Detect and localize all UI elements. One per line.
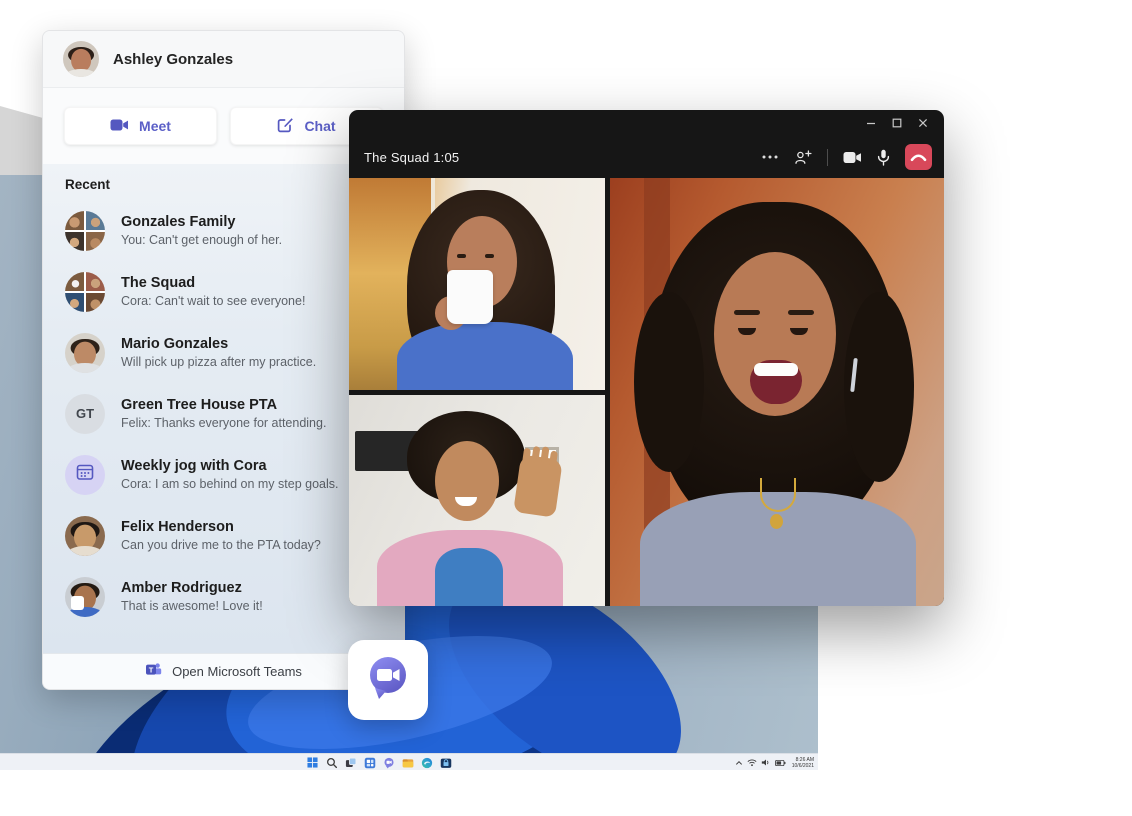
more-options-icon[interactable] <box>761 154 779 160</box>
tray-date: 10/6/2021 <box>792 763 814 769</box>
start-button[interactable] <box>306 756 319 769</box>
maximize-button[interactable] <box>884 113 910 133</box>
conversation-preview: Can you drive me to the PTA today? <box>121 538 321 553</box>
participant-video-bottom-left <box>349 395 605 606</box>
group-avatar <box>65 211 105 251</box>
conversation-name: Felix Henderson <box>121 519 321 536</box>
open-teams-label: Open Microsoft Teams <box>172 664 302 679</box>
svg-text:T: T <box>149 665 154 674</box>
conversation-preview: Cora: I am so behind on my step goals. <box>121 477 338 492</box>
participant-body <box>397 322 573 390</box>
conversation-preview: Felix: Thanks everyone for attending. <box>121 416 326 431</box>
participant-video-right <box>610 178 944 606</box>
call-title: The Squad 1:05 <box>364 150 459 165</box>
waving-hand <box>513 454 563 517</box>
contact-avatar <box>65 333 105 373</box>
initials-avatar: GT <box>65 394 105 434</box>
control-divider <box>827 149 828 166</box>
meet-button[interactable]: Meet <box>64 107 217 145</box>
hang-up-button[interactable] <box>905 144 932 170</box>
contact-avatar <box>65 577 105 617</box>
conversation-preview: Cora: Can't wait to see everyone! <box>121 294 305 309</box>
conversation-name: Mario Gonzales <box>121 336 316 353</box>
necklace-pendant <box>770 514 783 529</box>
calendar-icon <box>76 463 94 486</box>
task-view-icon[interactable] <box>344 756 357 769</box>
conversation-name: Weekly jog with Cora <box>121 458 338 475</box>
conversation-name: Amber Rodriguez <box>121 580 263 597</box>
conversation-preview: You: Can't get enough of her. <box>121 233 282 248</box>
minimize-button[interactable] <box>858 113 884 133</box>
compose-icon <box>277 116 294 136</box>
participant-shirt <box>435 548 503 606</box>
laughing-mouth <box>750 360 802 404</box>
user-avatar[interactable] <box>63 41 99 77</box>
chevron-up-icon[interactable] <box>735 759 743 767</box>
taskbar: 8:26 AM 10/6/2021 <box>0 753 818 770</box>
participant-face <box>435 441 499 521</box>
chat-video-bubble-icon <box>365 654 411 707</box>
chat-taskbar-icon[interactable] <box>382 756 395 769</box>
conversation-name: Green Tree House PTA <box>121 397 326 414</box>
close-button[interactable] <box>910 113 936 133</box>
conversation-name: The Squad <box>121 275 305 292</box>
teams-call-window: The Squad 1:05 <box>349 110 944 606</box>
clock[interactable]: 8:26 AM 10/6/2021 <box>790 757 814 769</box>
meet-button-label: Meet <box>139 118 171 134</box>
user-name: Ashley Gonzales <box>113 51 233 68</box>
volume-icon[interactable] <box>761 758 771 767</box>
call-window-titlebar <box>349 110 944 136</box>
camera-icon[interactable] <box>843 151 862 164</box>
calendar-avatar <box>65 455 105 495</box>
screenshot-stage: 8:26 AM 10/6/2021 Ashley Gonzales Meet <box>0 0 1132 816</box>
video-camera-icon <box>110 118 129 135</box>
widgets-icon[interactable] <box>363 756 376 769</box>
system-tray[interactable]: 8:26 AM 10/6/2021 <box>735 755 814 770</box>
flyout-header: Ashley Gonzales <box>43 31 404 88</box>
participant-video-top-left <box>349 178 605 390</box>
taskbar-icon-group <box>306 756 452 769</box>
add-people-icon[interactable] <box>794 150 812 165</box>
edge-icon[interactable] <box>420 756 433 769</box>
chat-flyout-button[interactable] <box>348 640 428 720</box>
call-controls <box>761 144 932 170</box>
file-explorer-icon[interactable] <box>401 756 414 769</box>
battery-icon[interactable] <box>775 759 786 767</box>
conversation-preview: That is awesome! Love it! <box>121 599 263 614</box>
microphone-icon[interactable] <box>877 149 890 166</box>
wifi-icon[interactable] <box>747 758 757 767</box>
group-avatar <box>65 272 105 312</box>
coffee-mug <box>447 270 493 324</box>
store-icon[interactable] <box>439 756 452 769</box>
contact-avatar <box>65 516 105 556</box>
teams-logo-icon: T <box>145 662 162 681</box>
conversation-preview: Will pick up pizza after my practice. <box>121 355 316 370</box>
video-grid <box>349 178 944 606</box>
call-header: The Squad 1:05 <box>349 136 944 178</box>
chat-button-label: Chat <box>304 118 335 134</box>
conversation-name: Gonzales Family <box>121 214 282 231</box>
search-icon[interactable] <box>325 756 338 769</box>
tray-time: 8:26 AM <box>792 757 814 763</box>
